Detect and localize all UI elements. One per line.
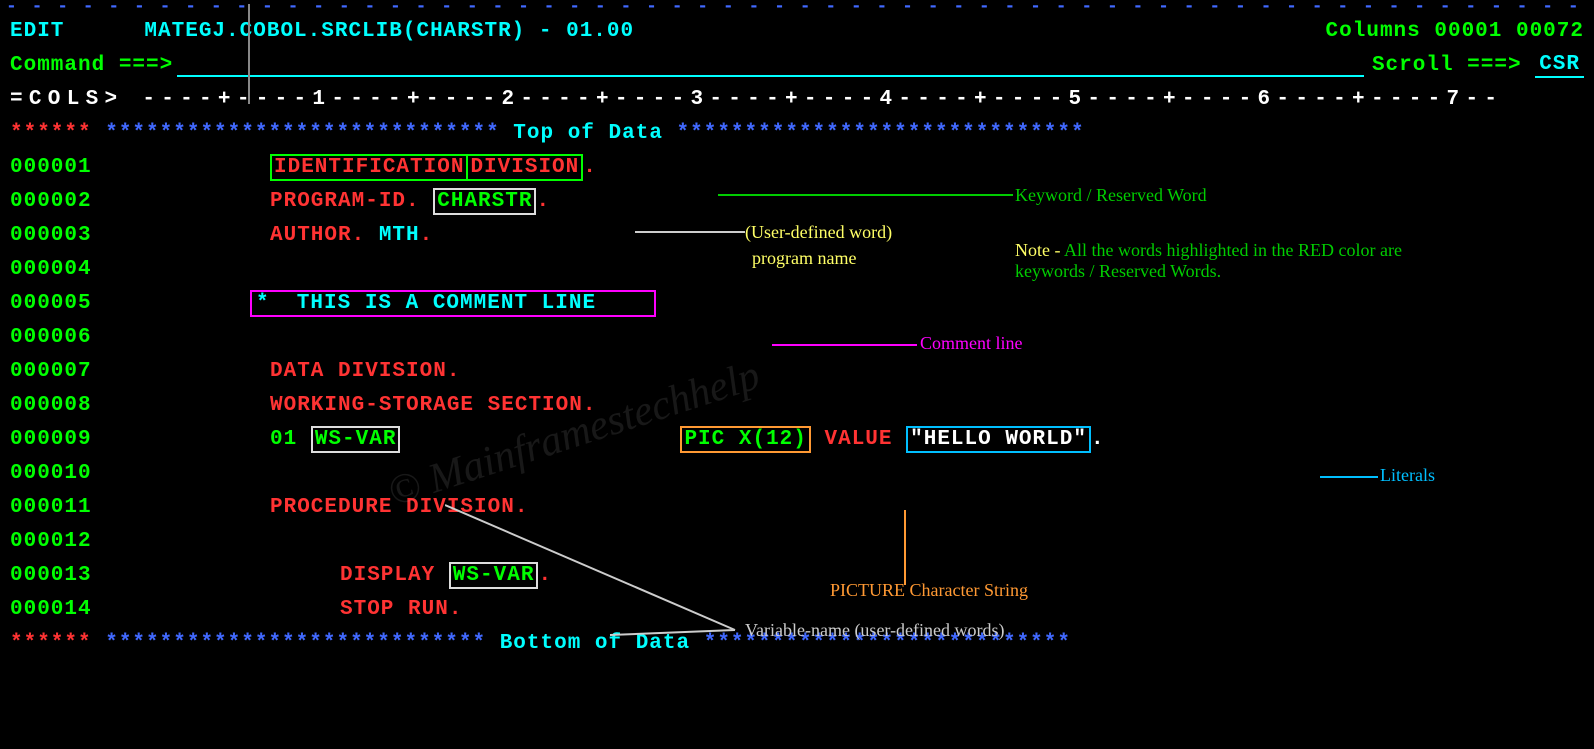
dot: . bbox=[420, 224, 434, 247]
connector-comment bbox=[772, 343, 917, 347]
top-asterisks-left: ***************************** bbox=[92, 122, 514, 145]
code-line-13[interactable]: 000013 DISPLAY WS-VAR. bbox=[0, 558, 1594, 592]
dot: . bbox=[583, 156, 597, 179]
cursor-vertical-line bbox=[248, 4, 250, 104]
seq-12: 000012 bbox=[0, 530, 100, 553]
top-border: - - - - - - - - - - - - - - - - - - - - … bbox=[0, 0, 1594, 14]
seq-13: 000013 bbox=[0, 564, 100, 587]
bottom-stars-left: ****** bbox=[10, 632, 92, 655]
note-label: Note - bbox=[1015, 240, 1064, 260]
dot: . bbox=[1091, 428, 1105, 451]
ws-var-1: WS-VAR bbox=[315, 428, 397, 451]
top-stars-left: ****** bbox=[10, 122, 92, 145]
connector-keyword bbox=[718, 193, 1013, 197]
annotation-user-defined-2: program name bbox=[752, 248, 856, 269]
seq-1: 000001 bbox=[0, 156, 100, 179]
seq-5: 000005 bbox=[0, 292, 100, 315]
connector-literals bbox=[1320, 475, 1378, 479]
code-line-10[interactable]: 000010 bbox=[0, 456, 1594, 490]
working-storage: WORKING-STORAGE SECTION. bbox=[270, 394, 596, 417]
program-name: CHARSTR bbox=[437, 190, 532, 213]
string-literal: "HELLO WORLD" bbox=[910, 428, 1087, 451]
connector-variable bbox=[445, 500, 745, 640]
seq-8: 000008 bbox=[0, 394, 100, 417]
code-line-11[interactable]: 000011 PROCEDURE DIVISION. bbox=[0, 490, 1594, 524]
display-keyword: DISPLAY bbox=[340, 564, 435, 587]
comment-text: * THIS IS A COMMENT LINE bbox=[256, 292, 596, 315]
ruler-text: =COLS> ----+----1----+----2----+----3---… bbox=[10, 88, 1503, 111]
command-input[interactable] bbox=[177, 53, 1364, 77]
annotation-variable: Variable-name (user-defined words) bbox=[745, 620, 1005, 641]
seq-11: 000011 bbox=[0, 496, 100, 519]
annotation-comment: Comment line bbox=[920, 333, 1023, 354]
connector-userdef bbox=[635, 230, 745, 234]
identification-keyword: IDENTIFICATION bbox=[274, 156, 464, 179]
pic-clause: PIC X(12) bbox=[684, 428, 806, 451]
code-line-12[interactable]: 000012 bbox=[0, 524, 1594, 558]
author-name: MTH bbox=[379, 224, 420, 247]
cols-ruler: =COLS> ----+----1----+----2----+----3---… bbox=[0, 82, 1594, 116]
division-keyword: DIVISION bbox=[470, 156, 579, 179]
code-line-9[interactable]: 000009 01 WS-VAR PIC X(12) VALUE "HELLO … bbox=[0, 422, 1594, 456]
seq-6: 000006 bbox=[0, 326, 100, 349]
header-row: EDIT MATEGJ.COBOL.SRCLIB(CHARSTR) - 01.0… bbox=[0, 14, 1594, 48]
top-asterisks-right: ****************************** bbox=[663, 122, 1085, 145]
value-keyword: VALUE bbox=[824, 428, 892, 451]
code-line-5[interactable]: 000005 * THIS IS A COMMENT LINE bbox=[0, 286, 1594, 320]
seq-3: 000003 bbox=[0, 224, 100, 247]
code-line-8[interactable]: 000008 WORKING-STORAGE SECTION. bbox=[0, 388, 1594, 422]
annotation-note: Note - All the words highlighted in the … bbox=[1015, 240, 1435, 282]
connector-picture bbox=[903, 510, 907, 585]
note-text: All the words highlighted in the RED col… bbox=[1015, 240, 1402, 281]
code-line-7[interactable]: 000007 DATA DIVISION. bbox=[0, 354, 1594, 388]
author-keyword: AUTHOR. bbox=[270, 224, 365, 247]
program-id-keyword: PROGRAM-ID. bbox=[270, 190, 420, 213]
dot: . bbox=[536, 190, 550, 213]
annotation-keyword: Keyword / Reserved Word bbox=[1015, 185, 1207, 206]
seq-2: 000002 bbox=[0, 190, 100, 213]
level-number: 01 bbox=[270, 428, 297, 451]
seq-10: 000010 bbox=[0, 462, 100, 485]
data-division: DATA DIVISION. bbox=[270, 360, 460, 383]
seq-4: 000004 bbox=[0, 258, 100, 281]
top-of-data-row: ****** ***************************** Top… bbox=[0, 116, 1594, 150]
annotation-picture: PICTURE Character String bbox=[830, 580, 1028, 601]
command-label: Command ===> bbox=[10, 54, 173, 77]
scroll-value[interactable]: CSR bbox=[1535, 53, 1584, 78]
dataset-name: MATEGJ.COBOL.SRCLIB(CHARSTR) - 01.00 bbox=[144, 20, 634, 43]
code-line-2[interactable]: 000002 PROGRAM-ID. CHARSTR. bbox=[0, 184, 1594, 218]
seq-7: 000007 bbox=[0, 360, 100, 383]
edit-mode: EDIT bbox=[10, 20, 64, 43]
seq-14: 000014 bbox=[0, 598, 100, 621]
code-line-1[interactable]: 000001 IDENTIFICATION DIVISION. bbox=[0, 150, 1594, 184]
columns-indicator: Columns 00001 00072 bbox=[1326, 20, 1584, 43]
command-row: Command ===> Scroll ===> CSR bbox=[0, 48, 1594, 82]
annotation-user-defined-1: (User-defined word) bbox=[745, 222, 892, 243]
annotation-literals: Literals bbox=[1380, 465, 1435, 486]
scroll-label: Scroll ===> bbox=[1372, 54, 1522, 77]
top-of-data-label: Top of Data bbox=[513, 122, 663, 145]
bottom-asterisks-left: **************************** bbox=[92, 632, 500, 655]
seq-9: 000009 bbox=[0, 428, 100, 451]
code-line-6[interactable]: 000006 bbox=[0, 320, 1594, 354]
